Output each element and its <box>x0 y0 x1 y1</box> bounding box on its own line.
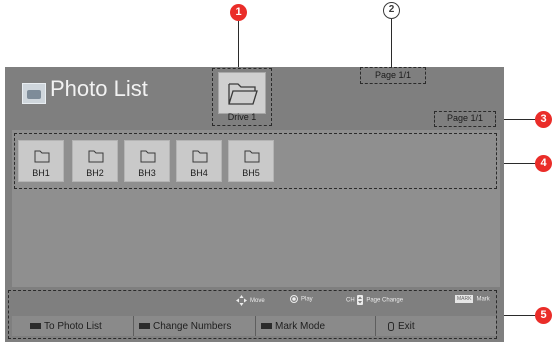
folder-label: BH3 <box>138 168 156 178</box>
drive-label: Drive 1 <box>227 112 257 122</box>
folder-item[interactable]: BH5 <box>228 140 274 182</box>
folder-item[interactable]: BH4 <box>176 140 222 182</box>
folder-item[interactable]: BH3 <box>124 140 170 182</box>
dpad-icon <box>236 295 247 306</box>
mark-mode-label: Mark Mode <box>275 320 326 332</box>
change-numbers-label: Change Numbers <box>153 320 232 332</box>
callout-1: 1 <box>230 4 247 21</box>
drive-button[interactable] <box>218 72 266 114</box>
callout-1-line <box>238 21 239 71</box>
legend-ch-label: CH <box>346 297 355 304</box>
legend-page-change: CH Page Change <box>346 295 403 305</box>
legend-move-label: Move <box>250 298 265 305</box>
mark-key-badge: MARK <box>455 295 474 303</box>
folder-item[interactable]: BH2 <box>72 140 118 182</box>
folder-label: BH5 <box>242 168 260 178</box>
folder-label: BH4 <box>190 168 208 178</box>
folder-label: BH1 <box>32 168 50 178</box>
legend-mark: MARK Mark <box>455 295 490 303</box>
to-photo-list-label: To Photo List <box>44 320 102 332</box>
folder-icon <box>88 150 104 163</box>
folder-open-icon <box>228 83 258 105</box>
photo-icon <box>22 83 46 104</box>
callout-2: 2 <box>383 2 400 19</box>
callout-2-line <box>391 19 392 68</box>
page-indicator-list: Page 1/1 <box>446 113 484 123</box>
folder-icon <box>140 150 156 163</box>
ok-button-icon <box>290 295 298 303</box>
mark-mode-button[interactable]: Mark Mode <box>256 316 376 336</box>
folder-label: BH2 <box>86 168 104 178</box>
legend-move: Move <box>236 295 265 306</box>
color-key-icon <box>139 323 150 329</box>
to-photo-list-button[interactable]: To Photo List <box>12 316 134 336</box>
color-key-icon <box>261 323 272 329</box>
legend-play-label: Play <box>301 296 313 303</box>
exit-label: Exit <box>398 320 415 332</box>
button-bar: To Photo List Change Numbers Mark Mode E… <box>12 316 496 336</box>
legend-mark-label: Mark <box>476 296 490 303</box>
exit-key-icon <box>388 321 394 331</box>
ch-updown-icon <box>357 295 364 305</box>
folder-icon <box>244 150 260 163</box>
folder-icon <box>192 150 208 163</box>
legend-play: Play <box>290 295 313 303</box>
folder-item[interactable]: BH1 <box>18 140 64 182</box>
callout-5: 5 <box>535 307 552 324</box>
callout-3: 3 <box>535 111 552 128</box>
page-title: Photo List <box>50 76 148 101</box>
callout-4: 4 <box>535 155 552 172</box>
page-indicator-top: Page 1/1 <box>374 70 412 80</box>
folder-icon <box>34 150 50 163</box>
color-key-icon <box>30 323 41 329</box>
legend-page-change-label: Page Change <box>366 297 404 304</box>
change-numbers-button[interactable]: Change Numbers <box>134 316 256 336</box>
exit-button[interactable]: Exit <box>376 316 496 336</box>
